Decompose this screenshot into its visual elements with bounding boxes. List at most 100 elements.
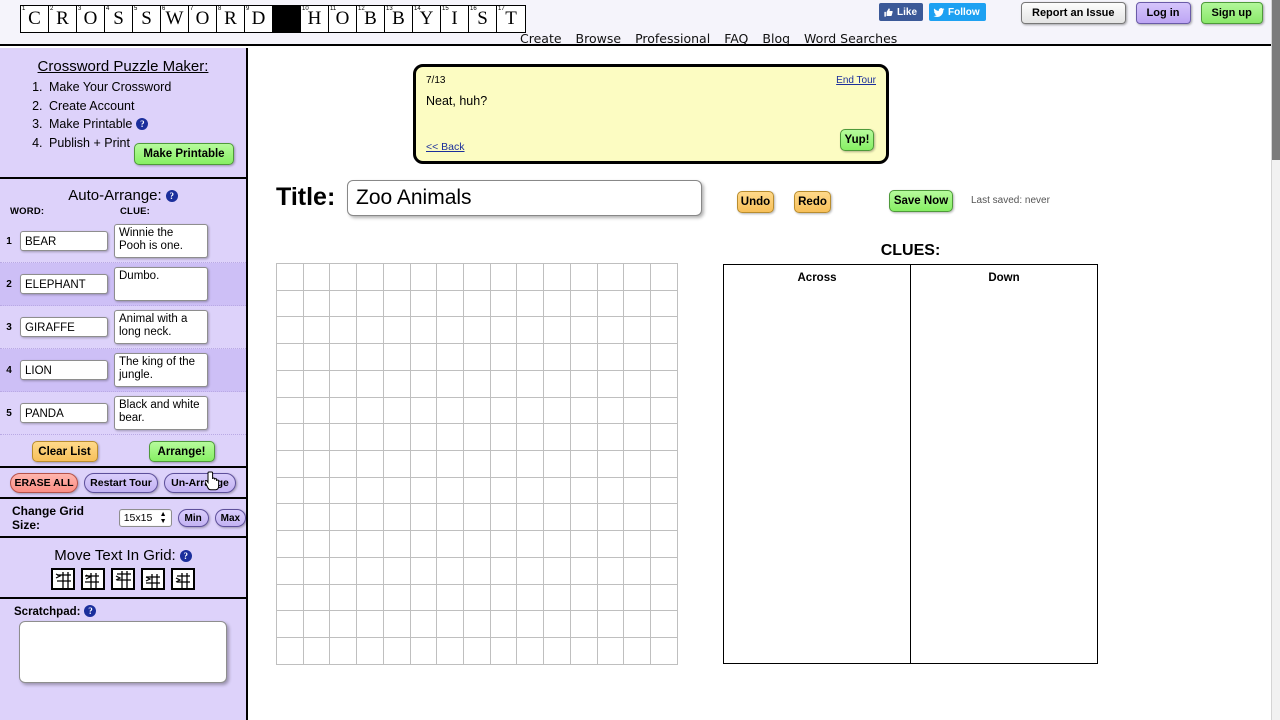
log-in-button[interactable]: Log in: [1135, 2, 1191, 24]
grid-cell[interactable]: [277, 344, 304, 371]
grid-cell[interactable]: [277, 317, 304, 345]
grid-cell[interactable]: [544, 370, 571, 398]
grid-cell[interactable]: [383, 290, 411, 318]
clear-list-button[interactable]: Clear List: [31, 441, 98, 462]
grid-cell[interactable]: [570, 584, 598, 612]
grid-cell[interactable]: [517, 584, 545, 612]
grid-cell[interactable]: [330, 504, 358, 532]
grid-cell[interactable]: [437, 370, 465, 398]
scrollbar-thumb[interactable]: [1272, 0, 1280, 160]
grid-cell[interactable]: [437, 638, 465, 665]
grid-cell[interactable]: [570, 557, 598, 585]
grid-cell[interactable]: [410, 451, 438, 478]
grid-cell[interactable]: [357, 397, 384, 425]
grid-cell[interactable]: [570, 638, 598, 665]
grid-cell[interactable]: [383, 370, 411, 398]
grid-cell[interactable]: [624, 290, 652, 318]
grid-cell[interactable]: [410, 557, 438, 585]
grid-cell[interactable]: [410, 638, 438, 665]
grid-cell[interactable]: [624, 317, 652, 345]
grid-cell[interactable]: [464, 344, 491, 371]
grid-cell[interactable]: [437, 424, 465, 452]
grid-cell[interactable]: [357, 557, 384, 585]
grid-cell[interactable]: [437, 264, 465, 291]
grid-cell[interactable]: [624, 477, 652, 505]
word-input[interactable]: PANDA: [20, 403, 108, 423]
tour-back-link[interactable]: << Back: [426, 141, 465, 153]
word-input[interactable]: BEAR: [20, 231, 108, 251]
grid-cell[interactable]: [277, 504, 304, 532]
grid-cell[interactable]: [303, 531, 331, 558]
grid-cell[interactable]: [544, 638, 571, 665]
grid-cell[interactable]: [383, 477, 411, 505]
grid-cell[interactable]: [277, 531, 304, 558]
grid-cell[interactable]: [544, 397, 571, 425]
grid-cell[interactable]: [383, 638, 411, 665]
grid-cell[interactable]: [570, 397, 598, 425]
grid-cell[interactable]: [464, 397, 491, 425]
grid-cell[interactable]: [437, 397, 465, 425]
grid-cell[interactable]: [570, 477, 598, 505]
grid-cell[interactable]: [570, 424, 598, 452]
grid-cell[interactable]: [624, 370, 652, 398]
grid-cell[interactable]: [410, 477, 438, 505]
restart-tour-button[interactable]: Restart Tour: [84, 473, 158, 493]
grid-cell[interactable]: [651, 477, 678, 505]
grid-cell[interactable]: [490, 611, 518, 639]
grid-cell[interactable]: [357, 451, 384, 478]
grid-cell[interactable]: [570, 344, 598, 371]
grid-cell[interactable]: [330, 584, 358, 612]
grid-cell[interactable]: [303, 344, 331, 371]
word-input[interactable]: LION: [20, 360, 108, 380]
grid-cell[interactable]: [570, 370, 598, 398]
grid-cell[interactable]: [517, 424, 545, 452]
grid-cell[interactable]: [544, 317, 571, 345]
grid-cell[interactable]: [517, 397, 545, 425]
save-now-button[interactable]: Save Now: [889, 190, 953, 212]
scratchpad-help-icon[interactable]: ?: [84, 605, 97, 617]
clue-input[interactable]: The king of the jungle.: [114, 353, 208, 387]
grid-cell[interactable]: [490, 557, 518, 585]
grid-cell[interactable]: [624, 611, 652, 639]
grid-cell[interactable]: [624, 451, 652, 478]
grid-cell[interactable]: [437, 477, 465, 505]
grid-cell[interactable]: [490, 584, 518, 612]
grid-cell[interactable]: [570, 451, 598, 478]
make-printable-button[interactable]: Make Printable: [134, 143, 234, 165]
move-right-icon[interactable]: [171, 568, 195, 590]
grid-cell[interactable]: [410, 317, 438, 345]
grid-cell[interactable]: [651, 557, 678, 585]
grid-cell[interactable]: [330, 557, 358, 585]
maker-step-3[interactable]: Make Printable?: [46, 115, 246, 134]
grid-cell[interactable]: [597, 397, 625, 425]
grid-cell[interactable]: [597, 557, 625, 585]
grid-cell[interactable]: [544, 451, 571, 478]
grid-cell[interactable]: [303, 504, 331, 532]
maker-step-2[interactable]: Create Account: [46, 97, 246, 116]
grid-cell[interactable]: [330, 451, 358, 478]
grid-cell[interactable]: [464, 557, 491, 585]
puzzle-title-input[interactable]: Zoo Animals: [347, 180, 702, 216]
grid-cell[interactable]: [330, 397, 358, 425]
grid-cell[interactable]: [383, 531, 411, 558]
nav-item-browse[interactable]: Browse: [576, 31, 622, 46]
grid-cell[interactable]: [597, 344, 625, 371]
grid-cell[interactable]: [437, 451, 465, 478]
grid-cell[interactable]: [651, 317, 678, 345]
grid-cell[interactable]: [464, 451, 491, 478]
grid-cell[interactable]: [464, 504, 491, 532]
grid-cell[interactable]: [570, 290, 598, 318]
grid-cell[interactable]: [544, 531, 571, 558]
grid-cell[interactable]: [303, 397, 331, 425]
grid-cell[interactable]: [597, 477, 625, 505]
grid-cell[interactable]: [597, 504, 625, 532]
grid-cell[interactable]: [517, 317, 545, 345]
tour-confirm-button[interactable]: Yup!: [840, 129, 874, 151]
grid-cell[interactable]: [437, 344, 465, 371]
scratchpad-textarea[interactable]: [19, 621, 227, 683]
grid-cell[interactable]: [651, 290, 678, 318]
grid-cell[interactable]: [383, 584, 411, 612]
grid-cell[interactable]: [410, 397, 438, 425]
grid-cell[interactable]: [410, 370, 438, 398]
grid-cell[interactable]: [517, 557, 545, 585]
